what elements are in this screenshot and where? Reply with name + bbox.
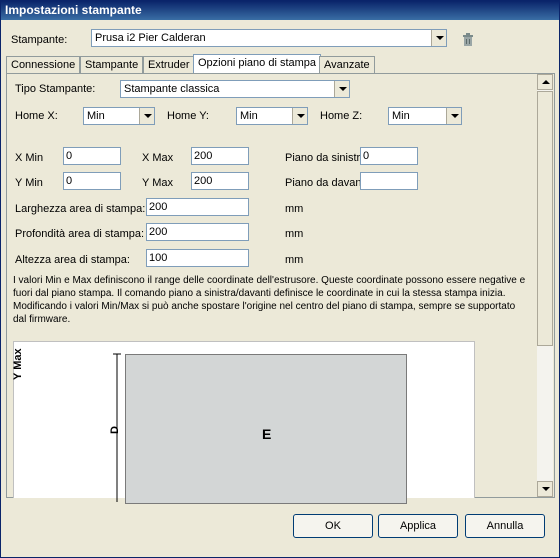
unit-mm: mm	[285, 228, 304, 240]
y-max-label: Y Max	[142, 177, 173, 189]
diagram-depth-label: D	[108, 426, 121, 434]
printer-select-value: Prusa i2 Pier Calderan	[95, 32, 206, 44]
bed-left-input[interactable]: 0	[360, 147, 418, 165]
tab-extruder[interactable]: Extruder	[143, 56, 195, 73]
window-title: Impostazioni stampante	[1, 1, 559, 20]
printer-type-value: Stampante classica	[124, 83, 220, 95]
bed-height-label: Altezza area di stampa:	[15, 254, 130, 266]
printer-label: Stampante:	[11, 34, 68, 46]
printer-select[interactable]: Prusa i2 Pier Calderan	[91, 29, 447, 47]
bed-depth-input[interactable]: 200	[146, 223, 249, 241]
home-y-value: Min	[240, 110, 258, 122]
chevron-down-icon[interactable]	[431, 30, 446, 46]
scroll-up-icon[interactable]	[537, 74, 553, 90]
bed-front-input[interactable]	[360, 172, 418, 190]
unit-mm: mm	[285, 254, 304, 266]
home-y-select[interactable]: Min	[236, 107, 308, 125]
tab-opzioni-piano[interactable]: Opzioni piano di stampa	[193, 54, 322, 74]
bed-front-label: Piano da davanti:	[285, 177, 371, 189]
home-x-select[interactable]: Min	[83, 107, 155, 125]
unit-mm: mm	[285, 203, 304, 215]
tab-stampante[interactable]: Stampante	[80, 56, 144, 73]
bed-left-label: Piano da sinistra:	[285, 152, 370, 164]
home-z-select[interactable]: Min	[388, 107, 462, 125]
vertical-scrollbar[interactable]	[537, 74, 553, 497]
x-min-input[interactable]: 0	[63, 147, 121, 165]
home-z-label: Home Z:	[320, 110, 363, 122]
bed-depth-label: Profondità area di stampa:	[15, 228, 145, 240]
apply-button[interactable]: Applica	[378, 514, 458, 538]
home-z-value: Min	[392, 110, 410, 122]
diagram-y-max-label: Y Max	[12, 348, 24, 380]
home-x-value: Min	[87, 110, 105, 122]
diagram-bed-area: E	[125, 354, 407, 504]
bed-diagram: Y Max D E	[12, 341, 475, 504]
home-y-label: Home Y:	[167, 110, 209, 122]
cancel-button[interactable]: Annulla	[465, 514, 545, 538]
chevron-down-icon[interactable]	[446, 108, 461, 124]
y-min-label: Y Min	[15, 177, 43, 189]
trash-icon[interactable]	[462, 33, 474, 46]
bed-height-input[interactable]: 100	[146, 249, 249, 267]
chevron-down-icon[interactable]	[334, 81, 349, 97]
x-max-input[interactable]: 200	[191, 147, 249, 165]
chevron-down-icon[interactable]	[139, 108, 154, 124]
y-min-input[interactable]: 0	[63, 172, 121, 190]
home-x-label: Home X:	[15, 110, 58, 122]
bed-width-input[interactable]: 200	[146, 198, 249, 216]
printer-type-select[interactable]: Stampante classica	[120, 80, 350, 98]
scroll-down-icon[interactable]	[537, 481, 553, 497]
x-max-label: X Max	[142, 152, 174, 164]
description-text: I valori Min e Max definiscono il range …	[13, 275, 526, 325]
printer-settings-window: Impostazioni stampante Stampante: Prusa …	[0, 0, 560, 558]
tab-avanzate[interactable]: Avanzate	[319, 56, 375, 73]
bed-width-label: Larghezza area di stampa:	[15, 203, 146, 215]
tab-connessione[interactable]: Connessione	[6, 56, 81, 73]
printer-type-label: Tipo Stampante:	[15, 83, 96, 95]
ok-button[interactable]: OK	[293, 514, 373, 538]
scroll-thumb[interactable]	[537, 91, 553, 346]
y-max-input[interactable]: 200	[191, 172, 249, 190]
x-min-label: X Min	[15, 152, 44, 164]
diagram-area-label: E	[262, 426, 272, 442]
chevron-down-icon[interactable]	[292, 108, 307, 124]
